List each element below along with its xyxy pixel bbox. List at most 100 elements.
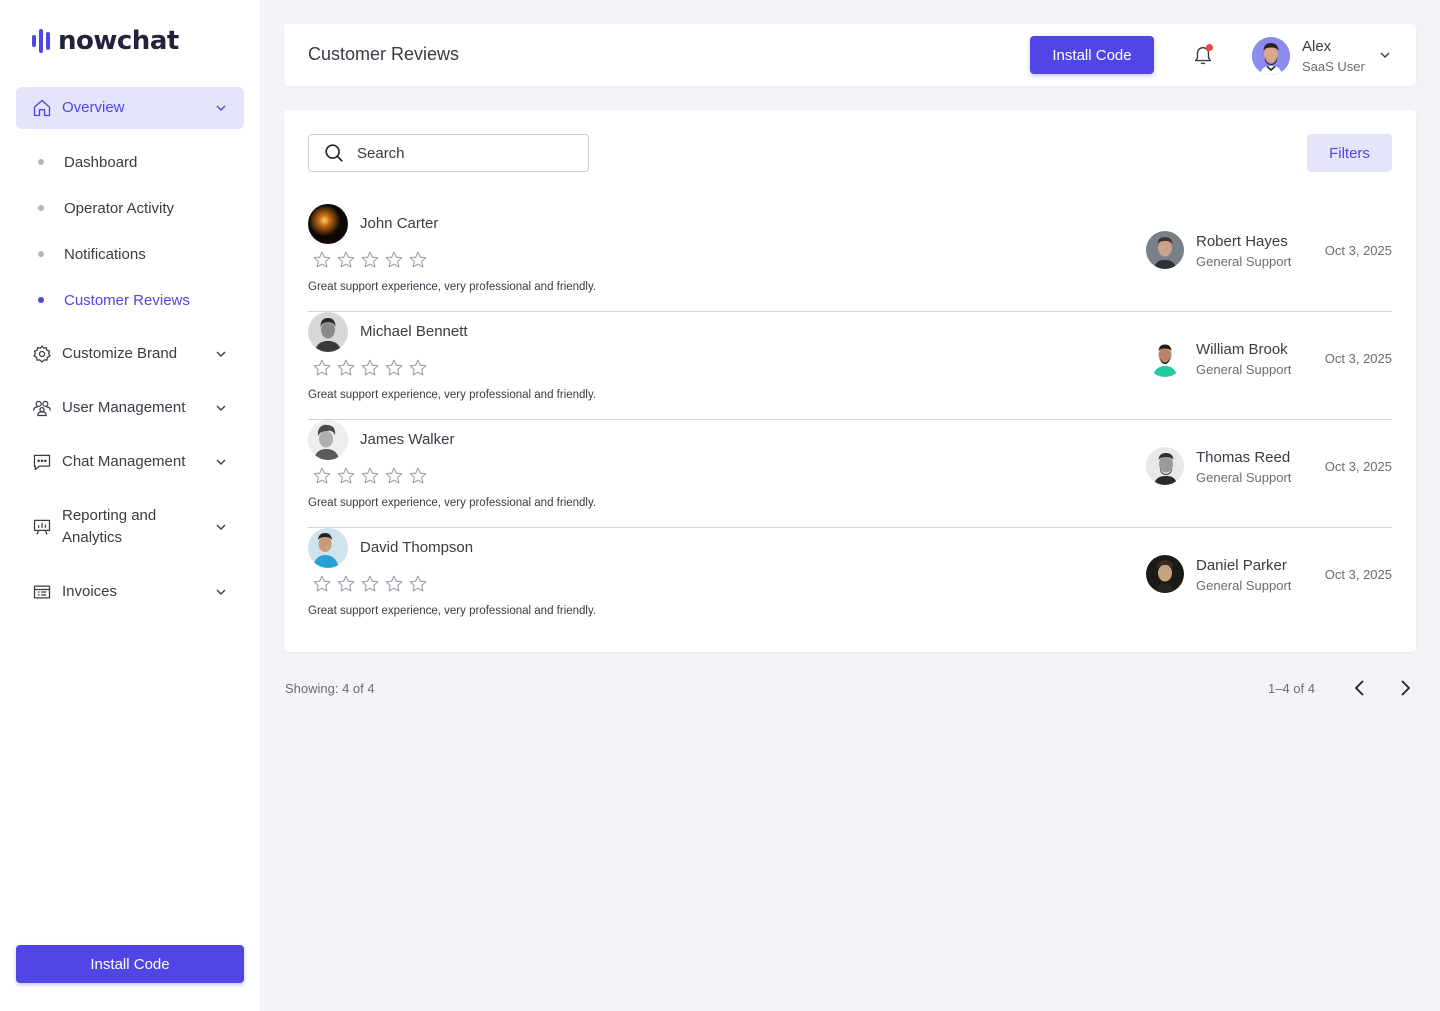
review-date: Oct 3, 2025 [1324,351,1392,366]
review-text: Great support experience, very professio… [308,281,597,293]
sidebar-item-label: Customize Brand [62,345,178,362]
sidebar-item-label: Overview [62,99,125,116]
star-icon[interactable] [312,466,332,486]
agent-name: Thomas Reed [1196,449,1291,466]
chevron-down-icon [216,105,226,111]
agent-role: General Support [1196,254,1292,269]
customer-name: David Thompson [360,539,474,556]
analytics-icon [32,517,52,537]
agent-role: General Support [1196,470,1292,485]
users-icon [32,398,52,418]
star-icon[interactable] [336,466,356,486]
sidebar-subitem-operator-activity[interactable]: Operator Activity [38,196,174,220]
sidebar-item-overview[interactable]: Overview [16,87,244,129]
customer-name: John Carter [360,215,439,232]
header-install-code-button[interactable]: Install Code [1030,36,1154,74]
star-icon[interactable] [360,466,380,486]
star-icon[interactable] [408,358,428,378]
star-rating[interactable] [312,574,428,594]
agent-name: William Brook [1196,341,1288,358]
star-icon[interactable] [312,250,332,270]
top-header: Customer Reviews Install Code Alex SaaS … [284,24,1416,86]
search-icon [325,144,343,162]
sidebar-item-label: Reporting and Analytics [62,507,157,546]
customer-avatar [308,528,348,568]
star-icon[interactable] [384,250,404,270]
filters-button[interactable]: Filters [1307,134,1392,172]
sidebar-item-reporting-analytics[interactable]: Reporting and Analytics [16,505,244,549]
star-icon[interactable] [360,574,380,594]
sidebar-subitem-customer-reviews[interactable]: Customer Reviews [38,288,190,312]
sidebar-install-code-button[interactable]: Install Code [16,945,244,983]
review-text: Great support experience, very professio… [308,605,597,617]
search-input[interactable] [357,144,557,162]
chevron-down-icon [216,459,226,465]
chevron-down-icon[interactable] [1378,48,1392,62]
star-icon[interactable] [336,250,356,270]
agent-name: Daniel Parker [1196,557,1287,574]
sidebar-item-invoices[interactable]: Invoices [16,581,244,603]
star-rating[interactable] [312,250,428,270]
chevron-right-icon[interactable] [1394,677,1416,699]
sidebar-item-customize-brand[interactable]: Customize Brand [16,343,244,365]
sidebar-subitem-label: Dashboard [64,153,138,171]
agent-role: General Support [1196,362,1292,377]
review-text: Great support experience, very professio… [308,389,597,401]
page-range: 1–4 of 4 [1268,681,1315,696]
customer-avatar [308,312,348,352]
sidebar-subitem-label: Notifications [64,245,146,263]
review-date: Oct 3, 2025 [1324,459,1392,474]
logo[interactable]: nowchat [32,26,179,56]
review-row: John Carter Great support experience, ve… [308,204,1392,312]
agent-avatar [1146,339,1184,377]
review-row: Michael Bennett Great support experience… [308,312,1392,420]
gear-icon [32,344,52,364]
sidebar: nowchat Overview Dashboard Operator Acti… [0,0,261,1011]
agent-name: Robert Hayes [1196,233,1288,250]
star-icon[interactable] [384,466,404,486]
review-row: James Walker Great support experience, v… [308,420,1392,528]
sidebar-item-label: Invoices [62,583,118,600]
star-rating[interactable] [312,358,428,378]
star-icon[interactable] [312,574,332,594]
logo-icon [32,28,50,54]
bullet-icon [38,159,44,165]
customer-avatar [308,204,348,244]
bullet-icon [38,251,44,257]
sidebar-item-label: User Management [62,399,186,416]
sidebar-subitem-label: Customer Reviews [64,291,190,309]
chevron-down-icon [216,405,226,411]
sidebar-item-chat-management[interactable]: Chat Management [16,451,244,473]
invoice-icon [32,582,52,602]
user-name: Alex [1302,38,1332,55]
avatar[interactable] [1252,37,1290,75]
star-rating[interactable] [312,466,428,486]
notification-dot [1206,44,1213,51]
agent-role: General Support [1196,578,1292,593]
chevron-down-icon [216,524,226,530]
review-text: Great support experience, very professio… [308,497,597,509]
star-icon[interactable] [408,250,428,270]
user-role: SaaS User [1302,59,1365,74]
star-icon[interactable] [336,358,356,378]
review-date: Oct 3, 2025 [1324,243,1392,258]
star-icon[interactable] [336,574,356,594]
customer-avatar [308,420,348,460]
sidebar-subitem-notifications[interactable]: Notifications [38,242,146,266]
logo-text: nowchat [58,26,179,56]
star-icon[interactable] [360,250,380,270]
page-title: Customer Reviews [308,44,460,64]
star-icon[interactable] [384,574,404,594]
star-icon[interactable] [408,466,428,486]
sidebar-subitem-dashboard[interactable]: Dashboard [38,150,137,174]
bullet-icon [38,205,44,211]
sidebar-item-user-management[interactable]: User Management [16,397,244,419]
star-icon[interactable] [312,358,332,378]
star-icon[interactable] [408,574,428,594]
star-icon[interactable] [360,358,380,378]
agent-avatar [1146,447,1184,485]
search-field[interactable] [308,134,589,172]
review-date: Oct 3, 2025 [1324,567,1392,582]
star-icon[interactable] [384,358,404,378]
chevron-left-icon[interactable] [1349,677,1371,699]
